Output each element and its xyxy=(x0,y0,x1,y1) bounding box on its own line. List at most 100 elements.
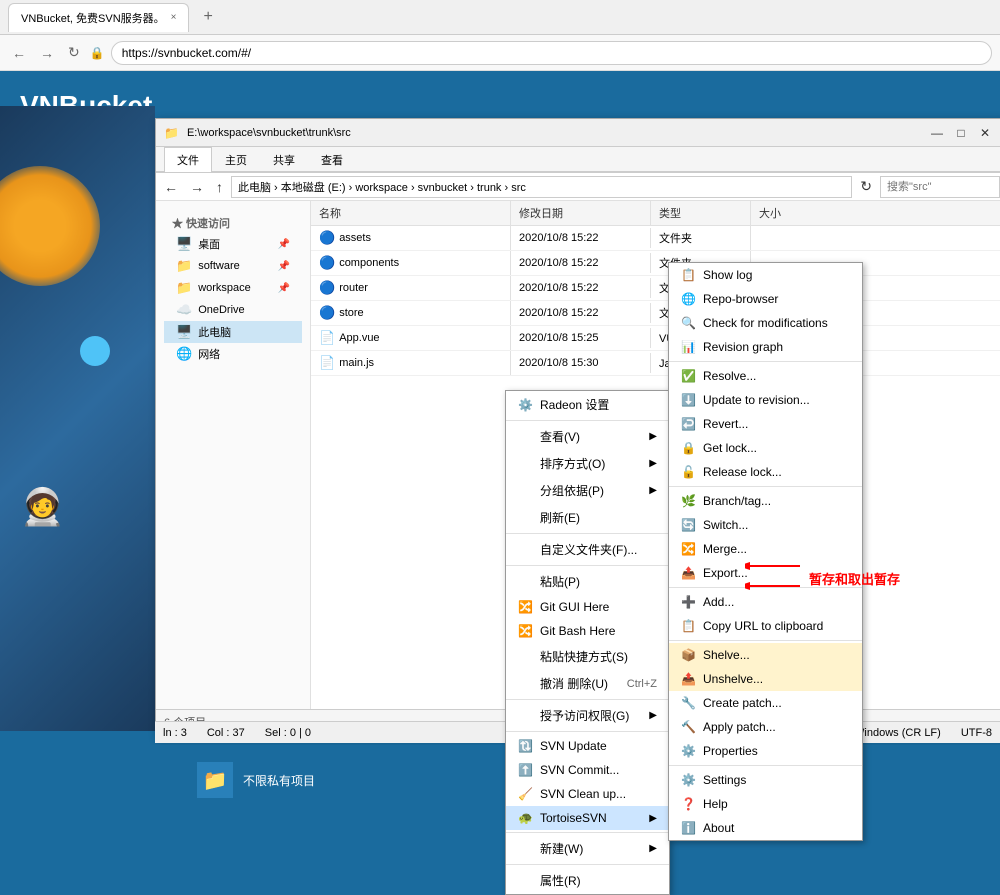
ctx-repo-browser[interactable]: 🌐 Repo-browser xyxy=(669,287,862,311)
ctx-apply-patch[interactable]: 🔨 Apply patch... xyxy=(669,715,862,739)
refresh-button[interactable]: ↻ xyxy=(856,176,876,197)
ctx-resolve[interactable]: ✅ Resolve... xyxy=(669,364,862,388)
nav-up-button[interactable]: ↑ xyxy=(212,177,227,197)
ctx-branch-tag[interactable]: 🌿 Branch/tag... xyxy=(669,489,862,513)
svn-background: 🧑‍🚀 xyxy=(0,106,155,731)
table-row[interactable]: 🔵components 2020/10/8 15:22 文件夹 xyxy=(311,251,1000,276)
ribbon-tab-home[interactable]: 主页 xyxy=(212,147,260,172)
ctx-tortoisesvn[interactable]: 🐢 TortoiseSVN ▶ xyxy=(506,806,669,830)
charset-indicator: UTF-8 xyxy=(961,727,992,739)
unlock-icon: 🔓 xyxy=(681,465,697,479)
lock-icon: 🔒 xyxy=(681,441,697,455)
ctx-divider xyxy=(669,765,862,766)
ctx-export-label: Export... xyxy=(703,566,748,580)
ribbon-tab-share[interactable]: 共享 xyxy=(260,147,308,172)
ctx-view[interactable]: 查看(V) ▶ xyxy=(506,423,669,450)
title-icons: 📁 xyxy=(164,126,179,140)
table-row[interactable]: 📄App.vue 2020/10/8 15:25 VUE 文件 xyxy=(311,326,1000,351)
submenu-arrow: ▶ xyxy=(649,710,657,721)
network-icon: 🌐 xyxy=(176,346,192,362)
ctx-show-log[interactable]: 📋 Show log xyxy=(669,263,862,287)
browser-refresh-button[interactable]: ↻ xyxy=(64,40,84,65)
ctx-customize[interactable]: 自定义文件夹(F)... xyxy=(506,536,669,563)
ctx-refresh[interactable]: 刷新(E) xyxy=(506,504,669,531)
ctx-access[interactable]: 授予访问权限(G) ▶ xyxy=(506,702,669,729)
ctx-settings[interactable]: ⚙️ Settings xyxy=(669,768,862,792)
ctx-unshelve[interactable]: 📤 Unshelve... xyxy=(669,667,862,691)
ctx-gitbash[interactable]: 🔀 Git Bash Here xyxy=(506,619,669,643)
ctx-svn-update[interactable]: 🔃 SVN Update xyxy=(506,734,669,758)
lock-icon: 🔒 xyxy=(90,46,105,60)
ctx-svn-commit-label: SVN Commit... xyxy=(540,763,619,777)
ctx-revert[interactable]: ↩️ Revert... xyxy=(669,412,862,436)
nav-back-button[interactable]: ← xyxy=(160,177,182,197)
ctx-create-patch[interactable]: 🔧 Create patch... xyxy=(669,691,862,715)
ctx-switch[interactable]: 🔄 Switch... xyxy=(669,513,862,537)
sidebar-item-thispc[interactable]: 🖥️ 此电脑 xyxy=(164,321,302,343)
ctx-check-mods[interactable]: 🔍 Check for modifications xyxy=(669,311,862,335)
browser-tab[interactable]: VNBucket, 免费SVN服务器。 × xyxy=(8,3,189,32)
ribbon-tab-view[interactable]: 查看 xyxy=(308,147,356,172)
ctx-properties[interactable]: 属性(R) xyxy=(506,867,669,894)
sidebar-item-onedrive[interactable]: ☁️ OneDrive xyxy=(164,299,302,321)
url-input[interactable] xyxy=(111,41,992,65)
ctx-revert-label: Revert... xyxy=(703,417,748,431)
ctx-access-label: 授予访问权限(G) xyxy=(540,707,629,724)
ctx-paste-shortcut-label: 粘贴快捷方式(S) xyxy=(540,648,628,665)
ctx-paste[interactable]: 粘贴(P) xyxy=(506,568,669,595)
gitbash-icon: 🔀 xyxy=(518,624,534,638)
ctx-radeon-label: Radeon 设置 xyxy=(540,396,609,413)
ctx-about[interactable]: ℹ️ About xyxy=(669,816,862,840)
tortoise-icon: 🐢 xyxy=(518,811,534,825)
ctx-copy-url[interactable]: 📋 Copy URL to clipboard xyxy=(669,614,862,638)
ctx-divider xyxy=(506,864,669,865)
table-row[interactable]: 📄main.js 2020/10/8 15:30 JavaScript 文 xyxy=(311,351,1000,376)
ctx-sort[interactable]: 排序方式(O) ▶ xyxy=(506,450,669,477)
ctx-gitgui[interactable]: 🔀 Git GUI Here xyxy=(506,595,669,619)
maximize-button[interactable]: □ xyxy=(950,122,972,144)
ctx-undo[interactable]: 撤消 删除(U) Ctrl+Z xyxy=(506,670,669,697)
browser-forward-button[interactable]: → xyxy=(36,41,58,65)
ctx-help[interactable]: ❓ Help xyxy=(669,792,862,816)
ctx-release-lock[interactable]: 🔓 Release lock... xyxy=(669,460,862,484)
nav-forward-button[interactable]: → xyxy=(186,177,208,197)
ribbon-tab-file[interactable]: 文件 xyxy=(164,147,212,172)
ctx-divider xyxy=(506,420,669,421)
bg-astronaut: 🧑‍🚀 xyxy=(20,486,65,528)
ctx-new[interactable]: 新建(W) ▶ xyxy=(506,835,669,862)
tab-close-button[interactable]: × xyxy=(171,12,177,23)
ctx-update-rev[interactable]: ⬇️ Update to revision... xyxy=(669,388,862,412)
sidebar-item-network[interactable]: 🌐 网络 xyxy=(164,343,302,365)
sidebar-item-software[interactable]: 📁 software 📌 xyxy=(164,255,302,277)
apply-icon: 🔨 xyxy=(681,720,697,734)
radeon-icon: ⚙️ xyxy=(518,398,534,412)
minimize-button[interactable]: — xyxy=(926,122,948,144)
ctx-properties[interactable]: ⚙️ Properties xyxy=(669,739,862,763)
ctx-unshelve-label: Unshelve... xyxy=(703,672,763,686)
sidebar-item-desktop[interactable]: 🖥️ 桌面 📌 xyxy=(164,233,302,255)
browser-back-button[interactable]: ← xyxy=(8,41,30,65)
breadcrumb[interactable]: 此电脑 › 本地磁盘 (E:) › workspace › svnbucket … xyxy=(231,176,852,198)
new-tab-button[interactable]: + xyxy=(195,4,220,30)
ctx-svn-cleanup[interactable]: 🧹 SVN Clean up... xyxy=(506,782,669,806)
table-row[interactable]: 🔵store 2020/10/8 15:22 文件夹 xyxy=(311,301,1000,326)
ctx-svn-commit[interactable]: ⬆️ SVN Commit... xyxy=(506,758,669,782)
ctx-revision-graph[interactable]: 📊 Revision graph xyxy=(669,335,862,359)
ctx-group[interactable]: 分组依据(P) ▶ xyxy=(506,477,669,504)
ctx-shelve[interactable]: 📦 Shelve... xyxy=(669,643,862,667)
encoding-indicator: Windows (CR LF) xyxy=(854,727,941,739)
merge-icon: 🔀 xyxy=(681,542,697,556)
ctx-get-lock[interactable]: 🔒 Get lock... xyxy=(669,436,862,460)
ctx-divider xyxy=(669,486,862,487)
ctx-update-rev-label: Update to revision... xyxy=(703,393,810,407)
close-button[interactable]: ✕ xyxy=(974,122,996,144)
shelve-icon: 📦 xyxy=(681,648,697,662)
ctx-radeon[interactable]: ⚙️ Radeon 设置 xyxy=(506,391,669,418)
sidebar-item-workspace[interactable]: 📁 workspace 📌 xyxy=(164,277,302,299)
ctx-gitbash-label: Git Bash Here xyxy=(540,624,615,638)
ctx-paste-shortcut[interactable]: 粘贴快捷方式(S) xyxy=(506,643,669,670)
table-row[interactable]: 🔵assets 2020/10/8 15:22 文件夹 xyxy=(311,226,1000,251)
ctx-properties-label: Properties xyxy=(703,744,758,758)
table-row[interactable]: 🔵router 2020/10/8 15:22 文件夹 xyxy=(311,276,1000,301)
search-input[interactable] xyxy=(880,176,1000,198)
